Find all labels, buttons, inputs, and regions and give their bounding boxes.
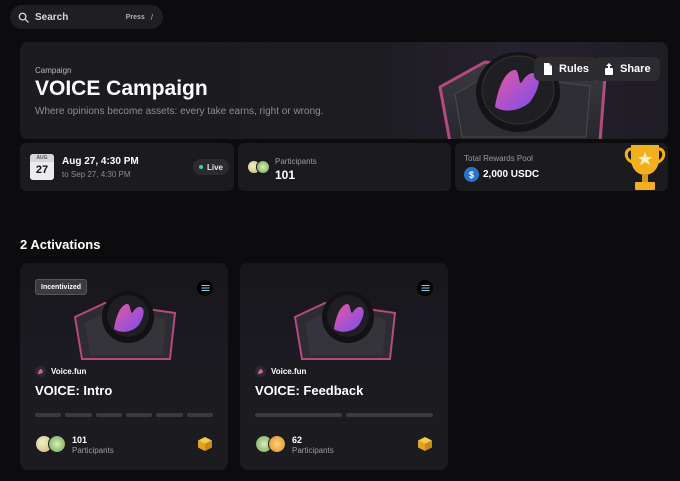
status-badge: Live bbox=[193, 159, 230, 175]
activation-card[interactable]: Incentivized Voice.fun VOICE: Intro 101 … bbox=[20, 263, 228, 470]
shortcut-press: Press bbox=[125, 13, 145, 21]
activation-participants-label: Participants bbox=[292, 446, 334, 455]
search-bar[interactable]: Search Press / bbox=[10, 5, 163, 29]
activation-title: VOICE: Feedback bbox=[255, 383, 364, 398]
cube-icon bbox=[418, 437, 432, 451]
avatar bbox=[256, 160, 270, 174]
card-art bbox=[240, 263, 448, 363]
campaign-hero: Campaign VOICE Campaign Where opinions b… bbox=[20, 42, 668, 139]
activation-participants-count: 101 bbox=[72, 435, 88, 445]
calendar-month: AUG bbox=[30, 154, 54, 162]
progress-steps bbox=[35, 413, 213, 417]
platform-name: Voice.fun bbox=[51, 367, 87, 376]
platform-tag: Voice.fun bbox=[255, 366, 306, 377]
start-date: Aug 27, 4:30 PM bbox=[62, 156, 139, 167]
campaign-title: VOICE Campaign bbox=[35, 77, 208, 100]
participants-label: Participants bbox=[275, 157, 317, 166]
platform-tag: Voice.fun bbox=[35, 366, 86, 377]
activations-heading: 2 Activations bbox=[20, 237, 101, 252]
rewards-amount: 2,000 USDC bbox=[483, 169, 540, 180]
voice-logo-art bbox=[293, 291, 397, 360]
activation-title: VOICE: Intro bbox=[35, 383, 113, 398]
rules-button[interactable]: Rules bbox=[534, 57, 598, 81]
campaign-label: Campaign bbox=[35, 66, 72, 75]
avatar bbox=[268, 435, 286, 453]
rules-label: Rules bbox=[559, 63, 589, 75]
calendar-icon: AUG 27 bbox=[30, 154, 54, 180]
voice-fun-icon bbox=[255, 366, 266, 377]
rewards-card: Total Rewards Pool $ 2,000 USDC bbox=[455, 143, 668, 191]
voice-fun-icon bbox=[35, 366, 46, 377]
share-button[interactable]: Share bbox=[595, 57, 660, 81]
shortcut-key: / bbox=[150, 12, 153, 22]
rewards-label: Total Rewards Pool bbox=[464, 154, 533, 163]
platform-name: Voice.fun bbox=[271, 367, 307, 376]
solana-icon bbox=[417, 280, 433, 296]
status-label: Live bbox=[207, 162, 224, 172]
participants-count: 101 bbox=[275, 168, 296, 182]
participant-avatars bbox=[35, 435, 66, 453]
activation-participants-label: Participants bbox=[72, 446, 114, 455]
solana-icon bbox=[197, 280, 213, 296]
usdc-icon: $ bbox=[464, 167, 479, 182]
search-label: Search bbox=[35, 11, 69, 23]
participants-card: Participants 101 bbox=[238, 143, 451, 191]
trophy-icon bbox=[624, 145, 666, 190]
activation-participants-count: 62 bbox=[292, 435, 303, 445]
participant-avatars bbox=[247, 160, 270, 174]
activation-card[interactable]: Voice.fun VOICE: Feedback 62 Participant… bbox=[240, 263, 448, 470]
search-icon bbox=[18, 12, 29, 23]
date-card: AUG 27 Aug 27, 4:30 PM to Sep 27, 4:30 P… bbox=[20, 143, 234, 191]
avatar bbox=[48, 435, 66, 453]
share-label: Share bbox=[620, 63, 651, 75]
live-dot-icon bbox=[199, 165, 203, 169]
end-date: to Sep 27, 4:30 PM bbox=[62, 170, 131, 179]
cube-icon bbox=[198, 437, 212, 451]
share-icon bbox=[605, 63, 613, 75]
participant-avatars bbox=[255, 435, 286, 453]
progress-steps bbox=[255, 413, 433, 417]
campaign-subtitle: Where opinions become assets: every take… bbox=[35, 106, 324, 117]
incentivized-badge: Incentivized bbox=[35, 279, 88, 295]
card-art bbox=[20, 263, 228, 363]
calendar-day: 27 bbox=[35, 164, 49, 176]
document-icon bbox=[544, 63, 552, 75]
